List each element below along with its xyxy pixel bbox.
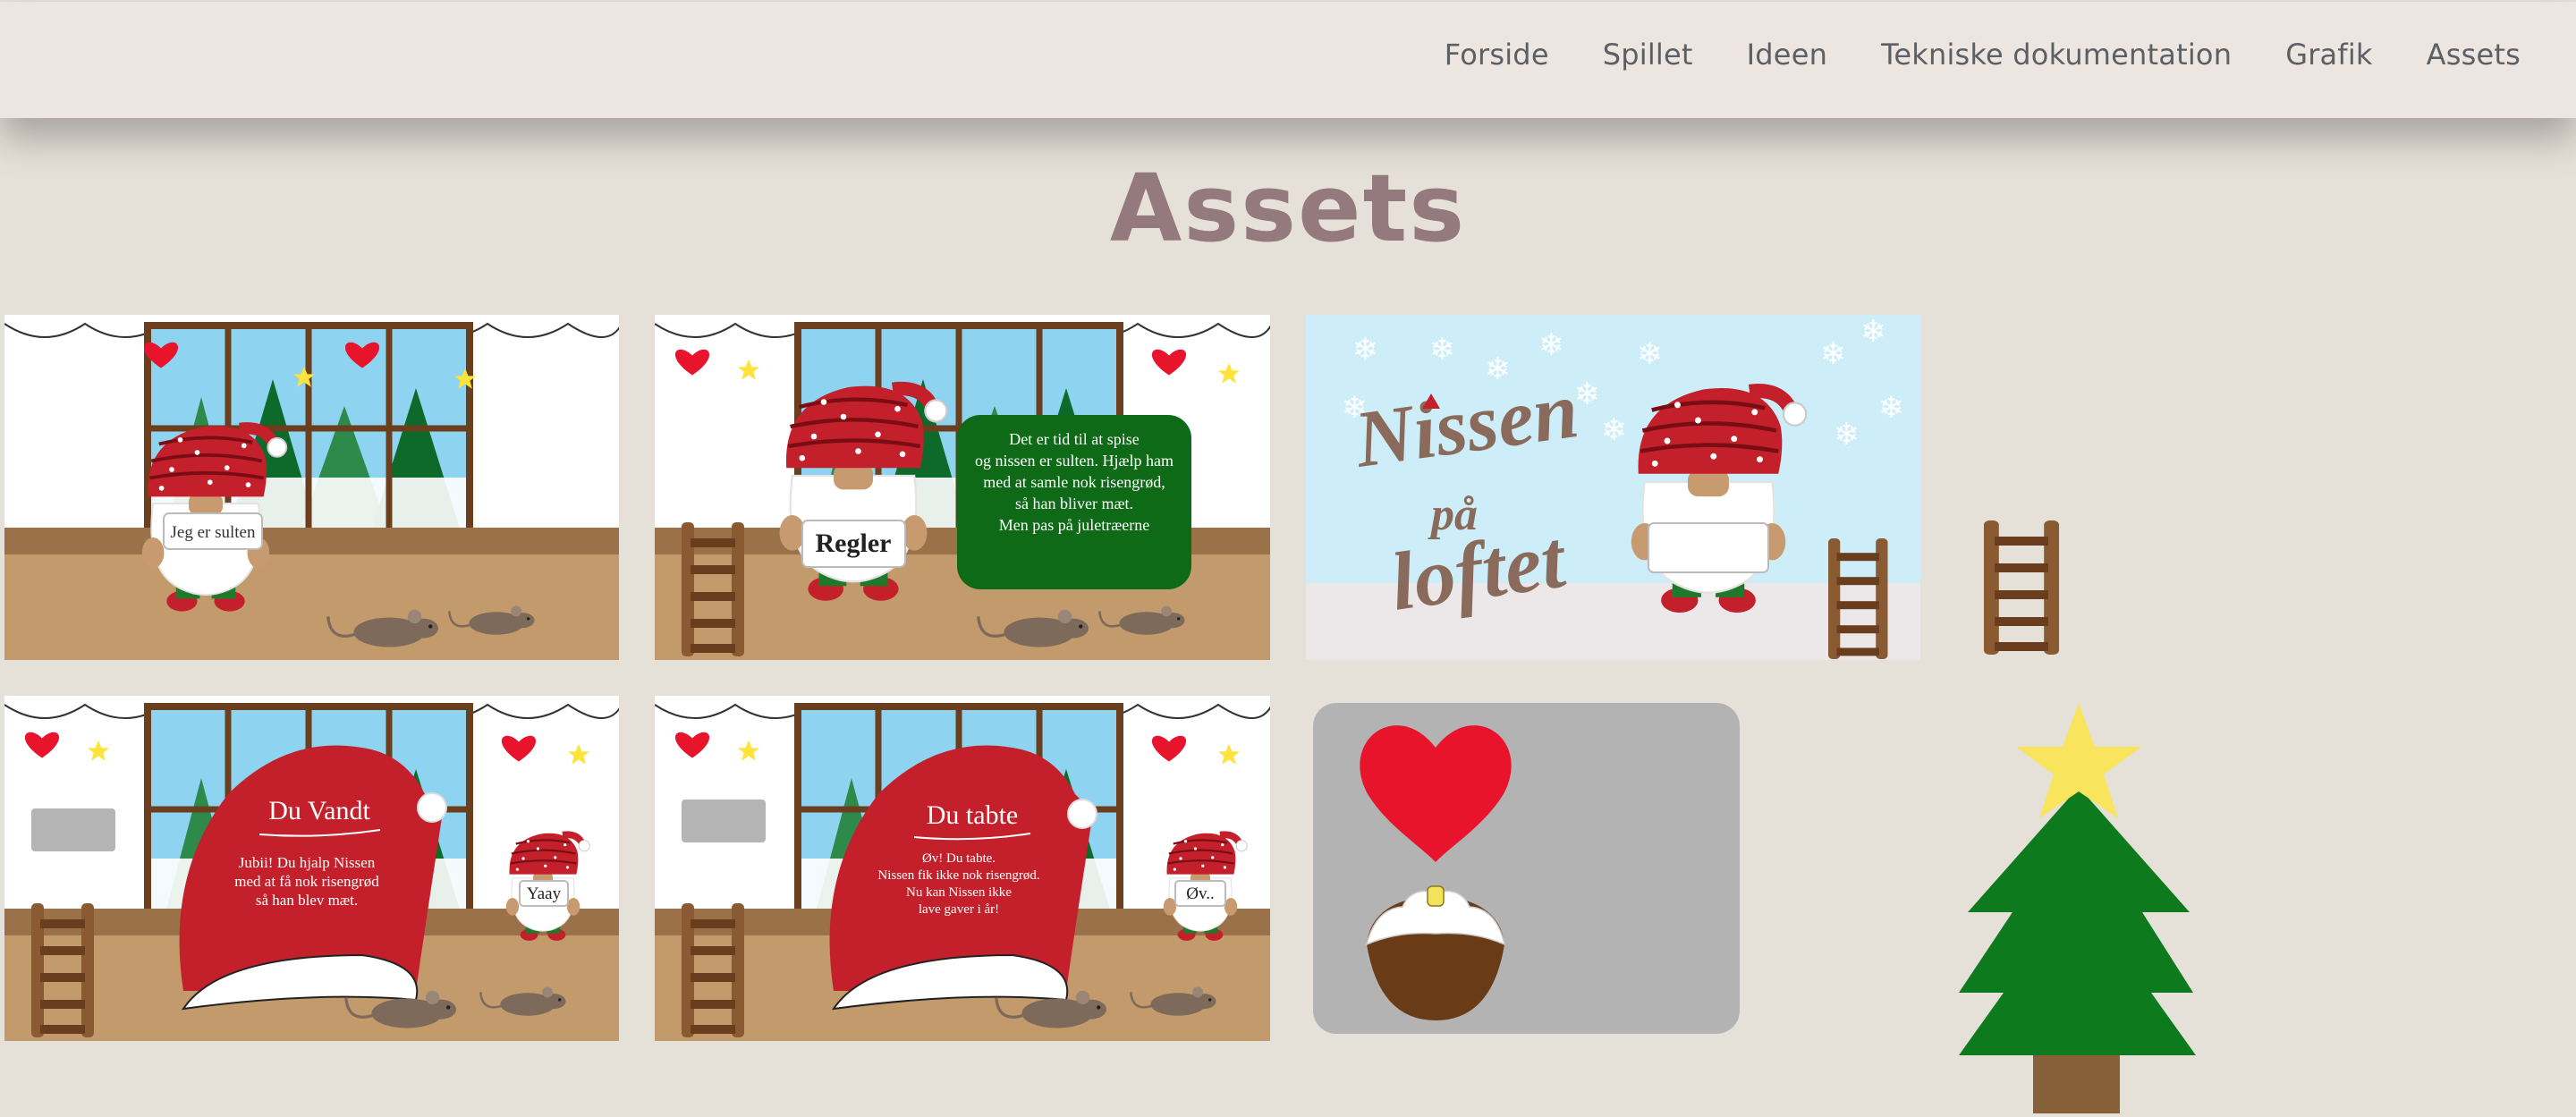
scene-rules-line-3: med at samle nok risengrød, bbox=[983, 473, 1165, 491]
scene-rules-line-1: Det er tid til at spise bbox=[1009, 430, 1139, 448]
asset-scene-rules: Regler Det er tid til at spise og nissen… bbox=[654, 315, 1273, 660]
scene-lose-line-1: Øv! Du tabte. bbox=[922, 851, 996, 866]
asset-ladder bbox=[1980, 519, 2065, 657]
asset-scene-win: Du Vandt Jubii! Du hjalp Nissen med at f… bbox=[4, 696, 623, 1041]
asset-christmas-tree bbox=[1959, 698, 2200, 1113]
nav-links: Forside Spillet Ideen Tekniske dokumenta… bbox=[1391, 2, 2521, 107]
nav-item-spillet[interactable]: Spillet bbox=[1603, 38, 1693, 72]
scene-rules-line-2: og nissen er sulten. Hjælp ham bbox=[975, 452, 1174, 470]
svg-text:❄: ❄ bbox=[1878, 390, 1904, 426]
svg-text:❄: ❄ bbox=[1429, 332, 1455, 368]
svg-text:❄: ❄ bbox=[1834, 417, 1860, 453]
heart-porridge-illustration bbox=[1313, 703, 1740, 1034]
scene-rules-illustration: Regler Det er tid til at spise og nissen… bbox=[654, 315, 1273, 660]
asset-scene-hungry: Jeg er sulten bbox=[4, 315, 623, 660]
svg-text:❄: ❄ bbox=[1601, 412, 1627, 448]
scene-rules-line-4: så han bliver mæt. bbox=[1015, 495, 1133, 512]
asset-title-card: ❄ ❄ ❄ ❄ ❄ ❄ ❄ ❄ ❄ ❄ ❄ ❄ Nissen på loftet bbox=[1306, 314, 1920, 660]
scene-win-illustration: Du Vandt Jubii! Du hjalp Nissen med at f… bbox=[4, 696, 623, 1041]
scene-win-sign: Yaay bbox=[527, 884, 562, 903]
scene-lose-line-2: Nissen fik ikke nok risengrød. bbox=[877, 868, 1039, 883]
scene-win-line-1: Jubii! Du hjalp Nissen bbox=[239, 854, 376, 871]
scene-rules-line-5: Men pas på juletræerne bbox=[999, 516, 1149, 534]
svg-text:❄: ❄ bbox=[1860, 315, 1886, 350]
nav-item-grafik[interactable]: Grafik bbox=[2285, 38, 2372, 72]
svg-text:❄: ❄ bbox=[1538, 327, 1564, 363]
svg-text:❄: ❄ bbox=[1820, 336, 1846, 372]
scene-lose-heading: Du tabte bbox=[927, 800, 1018, 830]
navbar: Forside Spillet Ideen Tekniske dokumenta… bbox=[0, 2, 2576, 118]
scene-win-line-3: så han blev mæt. bbox=[256, 892, 358, 909]
page-title: Assets bbox=[1109, 154, 1467, 263]
scene-win-line-2: med at få nok risengrød bbox=[234, 873, 379, 890]
nav-item-tekniske-dokumentation[interactable]: Tekniske dokumentation bbox=[1881, 38, 2232, 72]
asset-scene-lose: Du tabte Øv! Du tabte. Nissen fik ikke n… bbox=[654, 696, 1273, 1041]
scene-hungry-sign: Jeg er sulten bbox=[171, 523, 256, 542]
title-card-illustration: ❄ ❄❄ ❄❄❄ ❄❄❄ ❄❄❄ Nissen på loftet bbox=[1306, 314, 1920, 660]
scene-lose-line-3: Nu kan Nissen ikke bbox=[906, 885, 1012, 900]
ladder-illustration bbox=[1984, 520, 2059, 655]
nav-item-forside[interactable]: Forside bbox=[1445, 38, 1549, 72]
svg-text:❄: ❄ bbox=[1574, 377, 1600, 412]
scene-lose-sign: Øv.. bbox=[1186, 884, 1215, 903]
asset-heart-porridge bbox=[1313, 703, 1740, 1034]
scene-hungry-illustration: Jeg er sulten bbox=[4, 315, 623, 660]
scene-rules-sign: Regler bbox=[816, 529, 892, 558]
svg-text:❄: ❄ bbox=[1637, 336, 1663, 372]
scene-lose-illustration: Du tabte Øv! Du tabte. Nissen fik ikke n… bbox=[654, 696, 1273, 1041]
svg-text:❄: ❄ bbox=[1352, 332, 1378, 368]
nav-item-assets[interactable]: Assets bbox=[2427, 38, 2521, 72]
scene-win-heading: Du Vandt bbox=[268, 796, 370, 825]
christmas-tree-illustration bbox=[1959, 703, 2196, 1113]
nav-item-ideen[interactable]: Ideen bbox=[1747, 38, 1827, 72]
scene-lose-line-4: lave gaver i år! bbox=[919, 902, 999, 917]
